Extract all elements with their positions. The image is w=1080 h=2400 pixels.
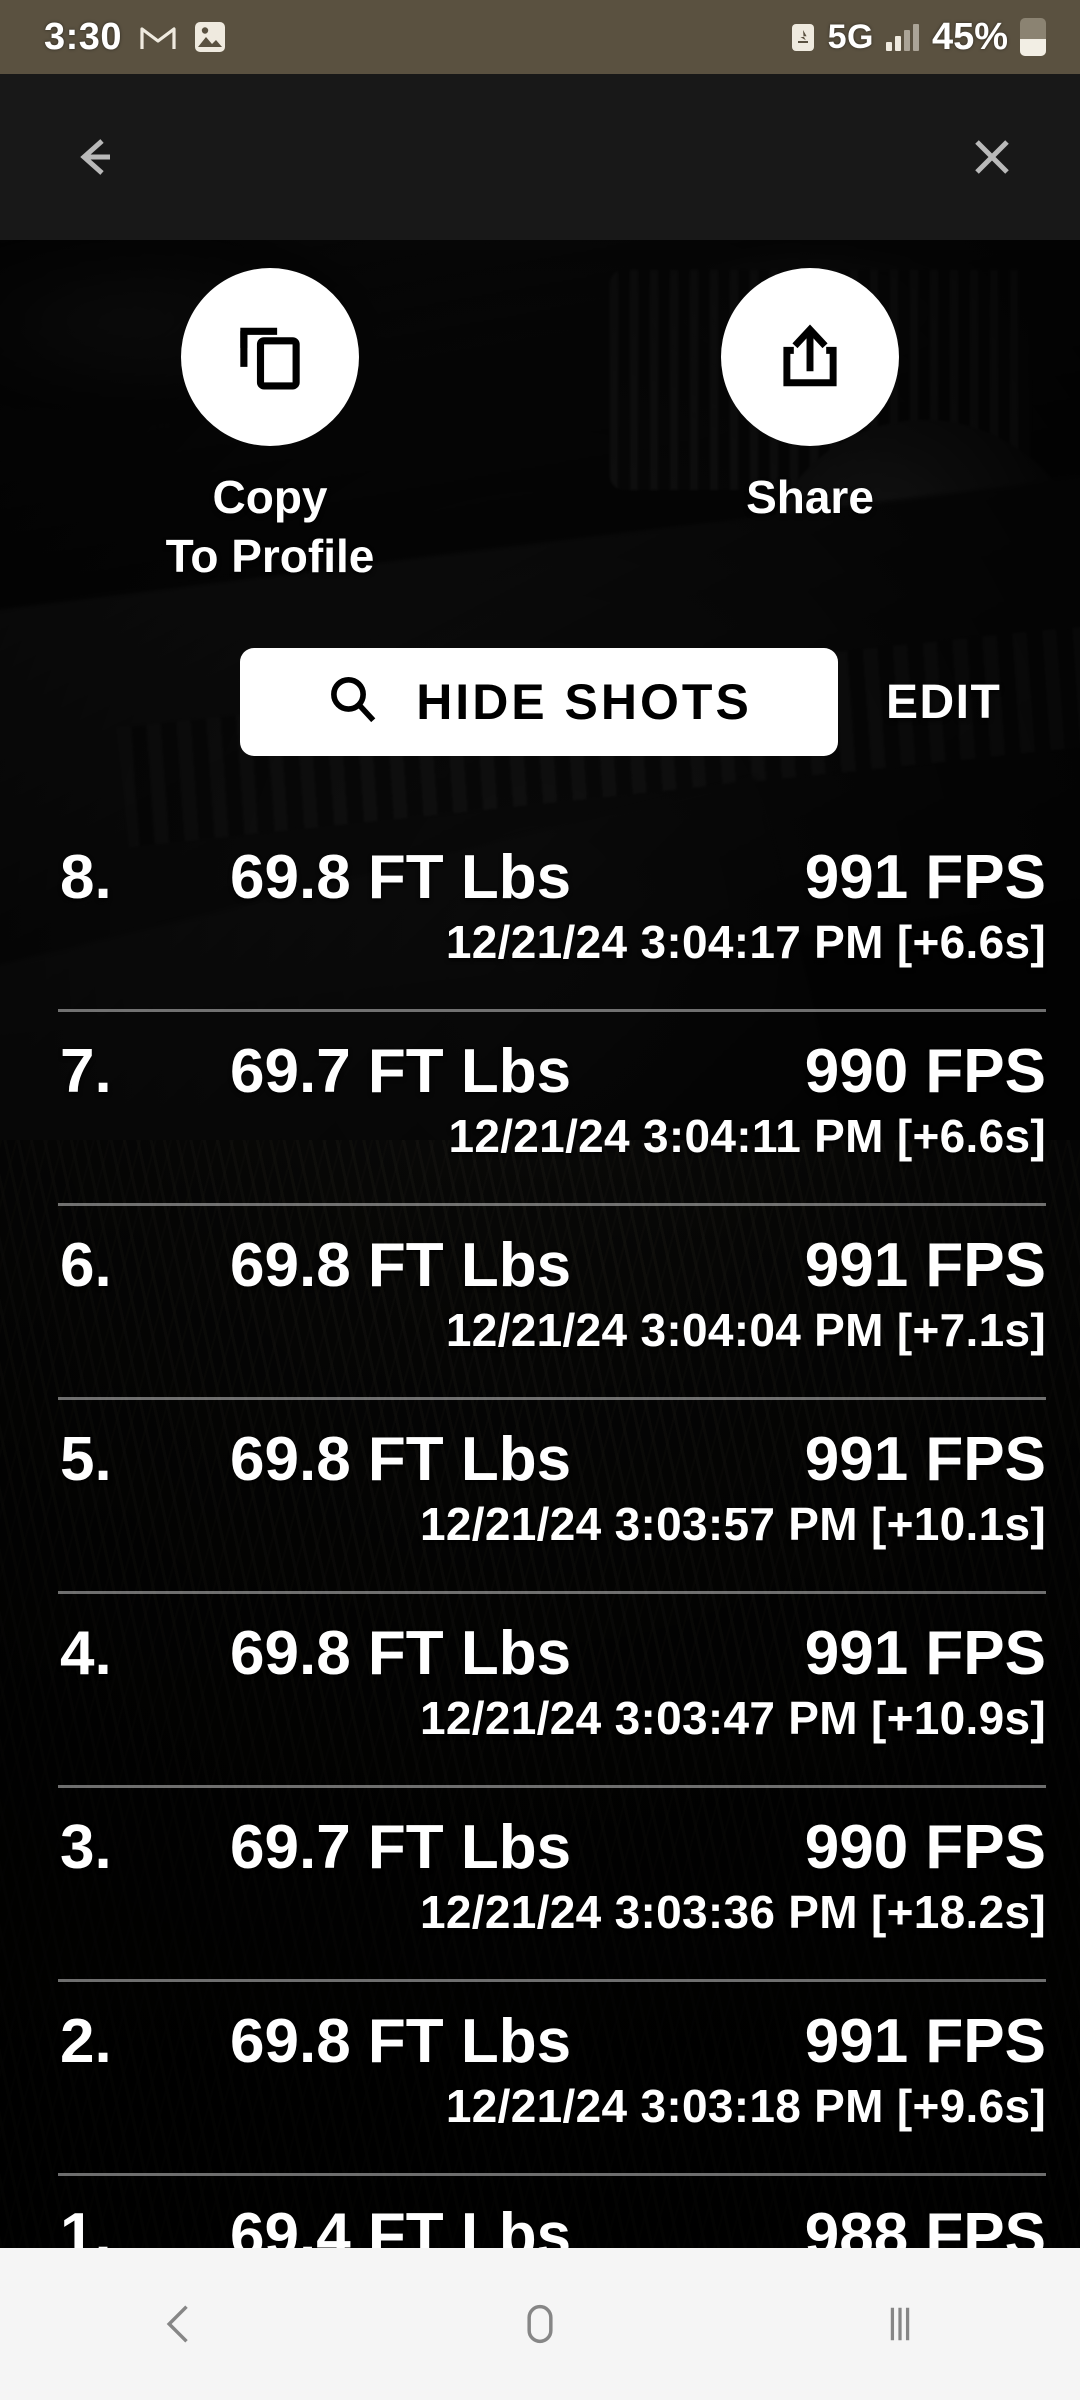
alarm-icon	[790, 21, 816, 53]
battery-icon	[1020, 18, 1046, 56]
status-bar-clock: 3:30	[44, 15, 123, 58]
shot-index: 6.	[60, 1231, 112, 1300]
shot-speed: 990 FPS	[804, 1037, 1046, 1106]
shot-speed: 990 FPS	[804, 1813, 1046, 1882]
share-icon	[773, 318, 847, 397]
shot-speed: 988 FPS	[804, 2201, 1046, 2248]
gmail-icon	[140, 23, 176, 51]
shot-index: 3.	[60, 1813, 112, 1882]
shot-speed: 991 FPS	[804, 1231, 1046, 1300]
search-icon	[326, 673, 380, 732]
shot-speed: 991 FPS	[804, 1425, 1046, 1494]
close-button[interactable]	[950, 115, 1034, 199]
shot-index: 8.	[60, 843, 112, 912]
action-buttons: Copy To Profile Share	[0, 268, 1080, 586]
table-row[interactable]: 7. 69.7 FT Lbs 990 FPS 12/21/24 3:04:11 …	[0, 1012, 1080, 1206]
shot-timestamp: 12/21/24 3:03:57 PM [+10.1s]	[420, 1498, 1046, 1550]
shot-energy: 69.7 FT Lbs	[230, 1813, 572, 1882]
table-row[interactable]: 3. 69.7 FT Lbs 990 FPS 12/21/24 3:03:36 …	[0, 1788, 1080, 1982]
shot-index: 7.	[60, 1037, 112, 1106]
status-bar-right: 5G 45%	[790, 16, 1046, 59]
shot-index: 4.	[60, 1619, 112, 1688]
status-bar: 3:30 5G 45%	[0, 0, 1080, 74]
battery-percent-label: 45%	[931, 15, 1008, 58]
copy-icon	[232, 317, 308, 398]
shot-index: 2.	[60, 2007, 112, 2076]
shot-energy: 69.8 FT Lbs	[230, 2007, 572, 2076]
app-header-bar	[0, 74, 1080, 240]
shot-energy: 69.8 FT Lbs	[230, 843, 572, 912]
copy-label-line2: To Profile	[165, 529, 375, 582]
nav-back-icon[interactable]	[100, 2248, 260, 2400]
shot-energy: 69.7 FT Lbs	[230, 1037, 572, 1106]
shot-speed: 991 FPS	[804, 2007, 1046, 2076]
shot-timestamp: 12/21/24 3:03:36 PM [+18.2s]	[420, 1886, 1046, 1938]
share-button[interactable]: Share	[680, 268, 940, 586]
shot-index: 1.	[60, 2201, 112, 2248]
shot-energy: 69.8 FT Lbs	[230, 1231, 572, 1300]
network-type-label: 5G	[827, 17, 874, 56]
signal-bars-icon	[885, 23, 920, 51]
table-row[interactable]: 6. 69.8 FT Lbs 991 FPS 12/21/24 3:04:04 …	[0, 1206, 1080, 1400]
shot-timestamp: 12/21/24 3:04:17 PM [+6.6s]	[445, 916, 1046, 968]
status-bar-left: 3:30	[44, 16, 226, 59]
edit-button[interactable]: EDIT	[886, 675, 1001, 730]
shot-timestamp: 12/21/24 3:04:04 PM [+7.1s]	[445, 1304, 1046, 1356]
shot-energy: 69.4 FT Lbs	[230, 2201, 572, 2248]
back-button[interactable]	[54, 115, 138, 199]
copy-button-circle[interactable]	[181, 268, 359, 446]
table-row[interactable]: 8. 69.8 FT Lbs 991 FPS 12/21/24 3:04:17 …	[0, 818, 1080, 1012]
nav-recents-icon[interactable]	[820, 2248, 980, 2400]
shot-energy: 69.8 FT Lbs	[230, 1619, 572, 1688]
nav-home-icon[interactable]	[460, 2248, 620, 2400]
android-navigation-bar	[0, 2248, 1080, 2400]
shot-timestamp: 12/21/24 3:03:18 PM [+9.6s]	[445, 2080, 1046, 2132]
share-button-label: Share	[746, 471, 874, 523]
phone-screen: 3:30 5G 45% Copy To Profile Share HIDE S…	[0, 0, 1080, 2400]
shot-timestamp: 12/21/24 3:03:47 PM [+10.9s]	[420, 1692, 1046, 1744]
table-row[interactable]: 2. 69.8 FT Lbs 991 FPS 12/21/24 3:03:18 …	[0, 1982, 1080, 2176]
shot-timestamp: 12/21/24 3:04:11 PM [+6.6s]	[448, 1110, 1046, 1162]
copy-label-line1: Copy	[212, 471, 328, 523]
list-toolbar: HIDE SHOTS EDIT	[0, 648, 1080, 756]
copy-button-label: Copy To Profile	[166, 468, 375, 586]
hide-shots-label: HIDE SHOTS	[416, 674, 752, 730]
hide-shots-button[interactable]: HIDE SHOTS	[240, 648, 838, 756]
shot-speed: 991 FPS	[804, 1619, 1046, 1688]
table-row[interactable]: 4. 69.8 FT Lbs 991 FPS 12/21/24 3:03:47 …	[0, 1594, 1080, 1788]
table-row[interactable]: 1. 69.4 FT Lbs 988 FPS	[0, 2176, 1080, 2248]
shot-index: 5.	[60, 1425, 112, 1494]
photo-icon	[194, 21, 226, 53]
shot-list[interactable]: 8. 69.8 FT Lbs 991 FPS 12/21/24 3:04:17 …	[0, 818, 1080, 2248]
copy-to-profile-button[interactable]: Copy To Profile	[140, 268, 400, 586]
shot-energy: 69.8 FT Lbs	[230, 1425, 572, 1494]
share-button-circle[interactable]	[721, 268, 899, 446]
table-row[interactable]: 5. 69.8 FT Lbs 991 FPS 12/21/24 3:03:57 …	[0, 1400, 1080, 1594]
shot-speed: 991 FPS	[804, 843, 1046, 912]
